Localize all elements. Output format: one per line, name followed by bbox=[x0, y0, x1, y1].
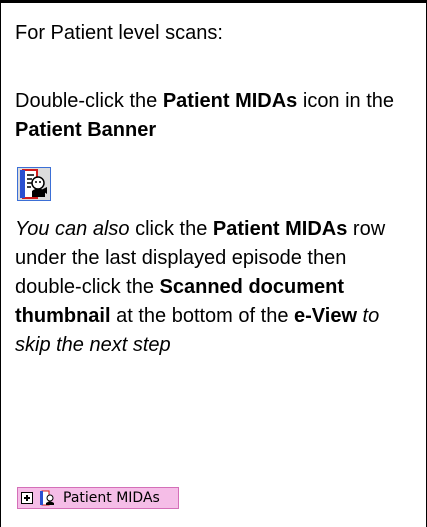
term-patient-midas-row: Patient MIDAs bbox=[212, 218, 348, 240]
patient-midas-icon-graphic bbox=[17, 167, 51, 201]
instruction-panel: For Patient level scans: Double-click th… bbox=[0, 0, 427, 527]
instruction-step-2: You can also click the Patient MIDAs row… bbox=[15, 218, 386, 356]
section-heading: For Patient level scans: bbox=[15, 22, 223, 44]
plus-box-icon[interactable] bbox=[21, 492, 33, 504]
term-patient-banner: Patient Banner bbox=[15, 119, 157, 141]
term-e-view: e-View bbox=[294, 305, 357, 327]
term-patient-midas: Patient MIDAs bbox=[162, 90, 298, 112]
patient-midas-icon[interactable] bbox=[17, 167, 51, 201]
patient-midas-row-label: Patient MIDAs bbox=[63, 489, 160, 506]
patient-midas-row[interactable]: Patient MIDAs bbox=[17, 487, 179, 509]
instruction-step-1: Double-click the Patient MIDAs icon in t… bbox=[15, 90, 395, 141]
patient-midas-small-icon bbox=[40, 490, 54, 506]
